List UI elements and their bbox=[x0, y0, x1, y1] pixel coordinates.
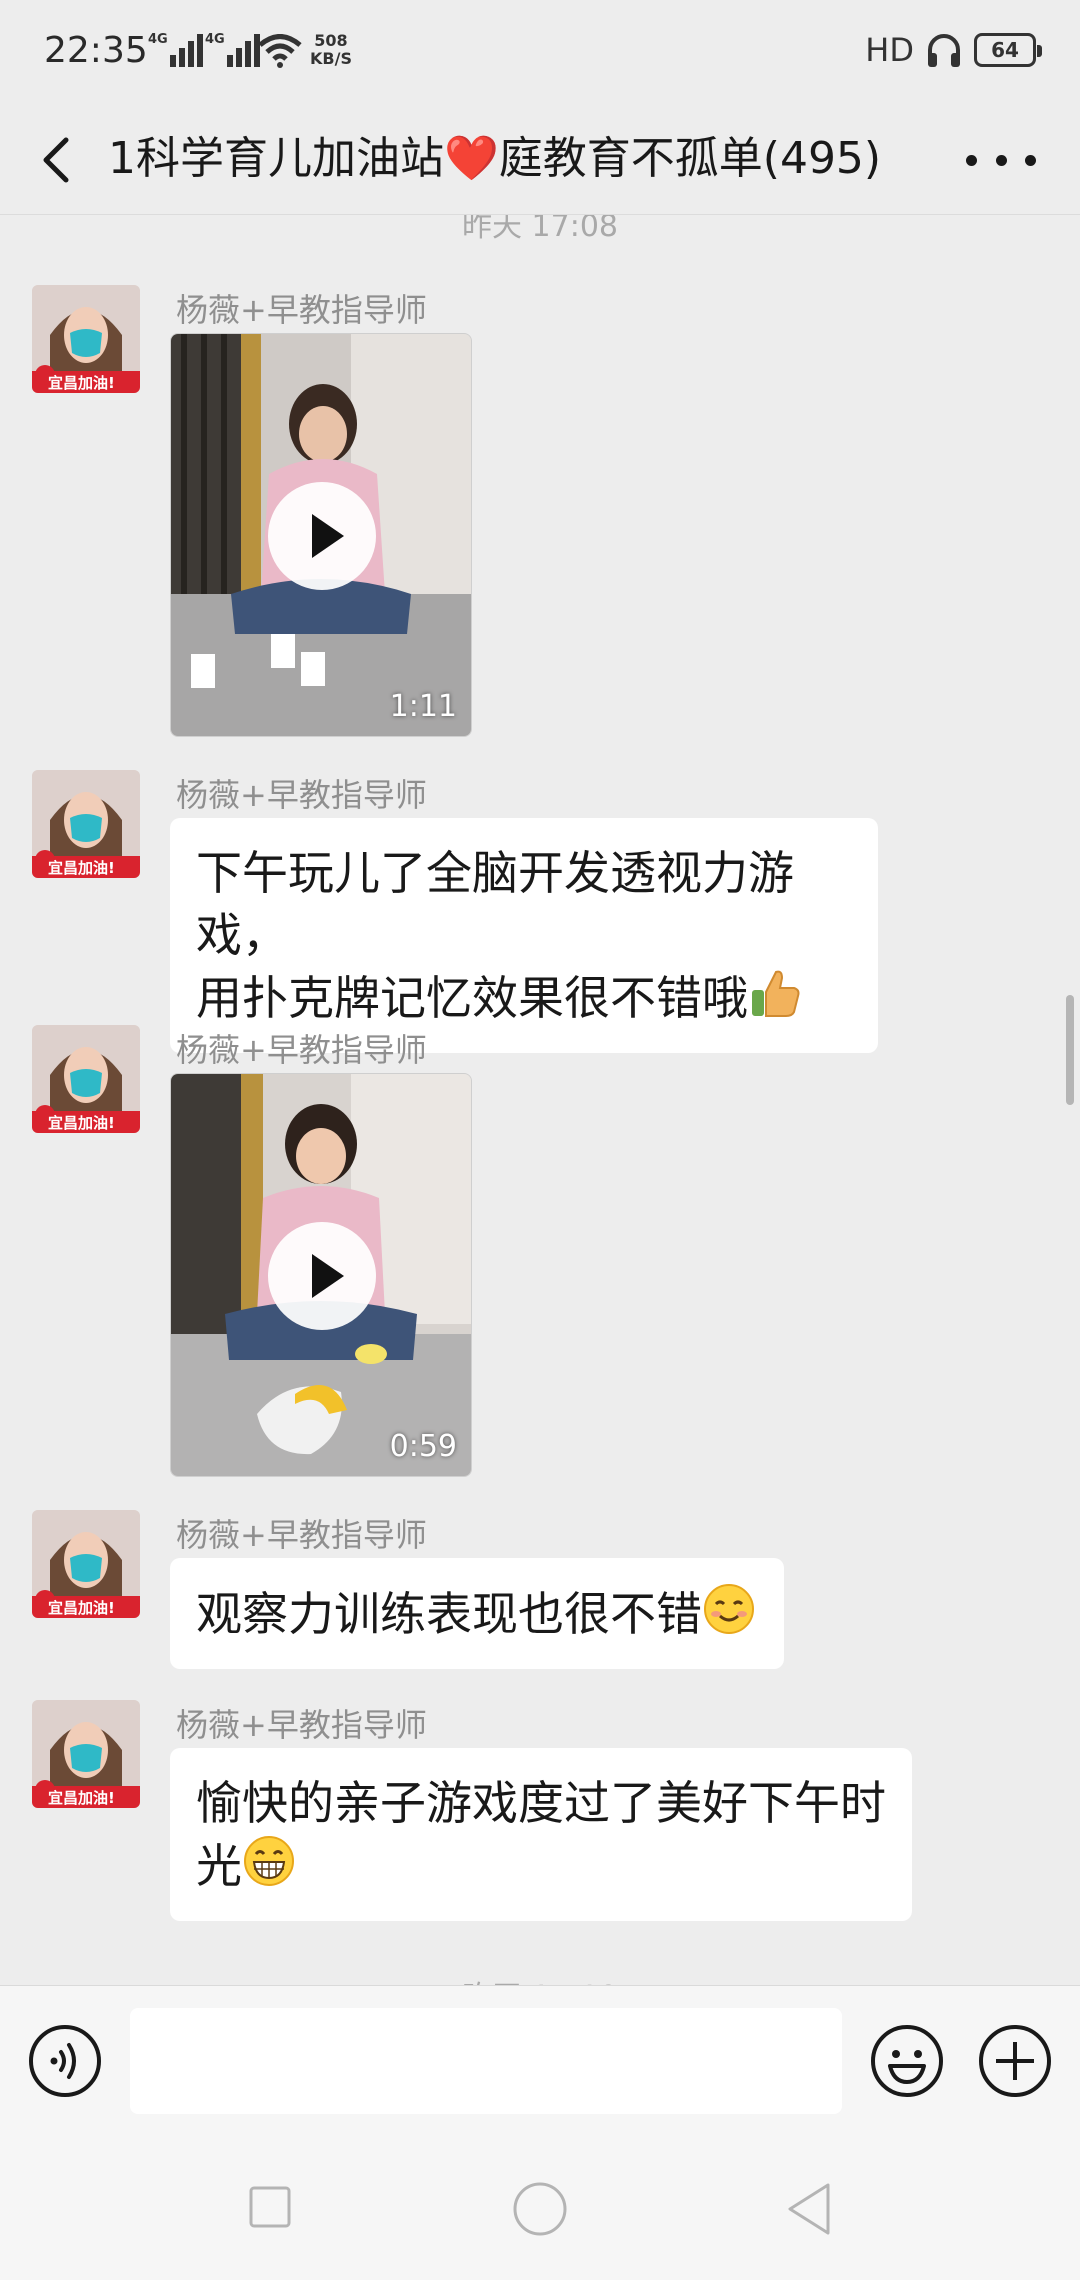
avatar-caption: 宜昌加油! bbox=[48, 859, 115, 877]
scrollbar[interactable] bbox=[1066, 995, 1074, 1105]
text-bubble[interactable]: 下午玩儿了全脑开发透视力游戏， 用扑克牌记忆效果很不错哦 bbox=[170, 818, 878, 1053]
sender-name: 杨薇+早教指导师 bbox=[176, 1031, 427, 1069]
avatar[interactable]: 宜昌加油! bbox=[32, 770, 140, 878]
chat-title: 1科学育儿加油站❤️庭教育不孤单(495) bbox=[108, 133, 882, 184]
avatar[interactable]: 宜昌加油! bbox=[32, 1025, 140, 1133]
more-options-icon[interactable] bbox=[966, 130, 1036, 190]
voice-input-icon[interactable] bbox=[28, 2024, 102, 2098]
battery-icon: 64 bbox=[974, 33, 1042, 67]
home-icon[interactable] bbox=[512, 2181, 568, 2237]
avatar-caption: 宜昌加油! bbox=[48, 1789, 115, 1807]
network-type-1: 4G bbox=[148, 32, 168, 47]
chat-header: 1科学育儿加油站❤️庭教育不孤单(495) bbox=[0, 110, 1080, 215]
wifi-icon bbox=[258, 34, 302, 68]
message-text-line: 光 bbox=[196, 1834, 886, 1897]
sender-name: 杨薇+早教指导师 bbox=[176, 776, 427, 814]
emoji-icon[interactable] bbox=[870, 2024, 944, 2098]
message-text-line: 用扑克牌记忆效果很不错哦 bbox=[196, 966, 852, 1029]
sender-name: 杨薇+早教指导师 bbox=[176, 291, 427, 329]
avatar[interactable]: 宜昌加油! bbox=[32, 285, 140, 393]
avatar[interactable]: 宜昌加油! bbox=[32, 1700, 140, 1808]
video-duration: 1:11 bbox=[389, 689, 457, 724]
plus-icon[interactable] bbox=[978, 2024, 1052, 2098]
status-time: 22:35 bbox=[44, 30, 148, 71]
thumbs-up-icon bbox=[752, 970, 800, 1017]
sender-name: 杨薇+早教指导师 bbox=[176, 1706, 427, 1744]
text-bubble[interactable]: 愉快的亲子游戏度过了美好下午时 光 bbox=[170, 1748, 912, 1921]
message-text-line: 下午玩儿了全脑开发透视力游戏， bbox=[196, 846, 794, 962]
headset-icon bbox=[928, 34, 960, 67]
network-speed-unit: KB/S bbox=[310, 49, 352, 68]
grinning-face-icon bbox=[244, 1836, 294, 1886]
text-bubble[interactable]: 观察力训练表现也很不错 bbox=[170, 1558, 784, 1669]
network-speed: 508 KB/S bbox=[310, 32, 352, 68]
hd-voice-indicator: HD bbox=[865, 31, 914, 69]
recent-apps-icon[interactable] bbox=[248, 2185, 292, 2229]
network-type-2: 4G bbox=[205, 32, 225, 47]
video-duration: 0:59 bbox=[389, 1429, 457, 1464]
play-icon[interactable] bbox=[268, 1222, 376, 1330]
system-nav-bar bbox=[0, 2125, 1080, 2280]
avatar[interactable]: 宜昌加油! bbox=[32, 1510, 140, 1618]
message-input[interactable] bbox=[130, 2008, 842, 2114]
avatar-caption: 宜昌加油! bbox=[48, 1599, 115, 1617]
avatar-caption: 宜昌加油! bbox=[48, 374, 115, 392]
message-list[interactable]: 昨天 17:08 宜昌加油! 杨薇+早教指导师 1:11 宜昌加油! 杨薇+早教… bbox=[0, 215, 1080, 1985]
avatar-caption: 宜昌加油! bbox=[48, 1114, 115, 1132]
message-text-line: 愉快的亲子游戏度过了美好下午时 bbox=[196, 1776, 886, 1830]
smiling-face-icon bbox=[704, 1584, 754, 1634]
back-arrow-icon[interactable] bbox=[30, 130, 90, 190]
status-bar: 22:35 4G 4G 508 KB/S HD 64 bbox=[0, 0, 1080, 110]
video-message[interactable]: 0:59 bbox=[170, 1073, 472, 1477]
network-speed-value: 508 bbox=[314, 31, 348, 50]
battery-level: 64 bbox=[991, 38, 1019, 62]
sender-name: 杨薇+早教指导师 bbox=[176, 1516, 427, 1554]
signal-icon-sim1: 4G bbox=[148, 32, 203, 67]
video-message[interactable]: 1:11 bbox=[170, 333, 472, 737]
timestamp: 昨天 17:08 bbox=[462, 215, 618, 244]
signal-icon-sim2: 4G bbox=[205, 32, 260, 67]
back-triangle-icon[interactable] bbox=[784, 2181, 834, 2237]
input-bar bbox=[0, 1985, 1080, 2125]
play-icon[interactable] bbox=[268, 482, 376, 590]
timestamp: 昨天 17:10 bbox=[0, 1972, 1080, 1985]
message-text-line: 观察力训练表现也很不错 bbox=[196, 1582, 758, 1645]
